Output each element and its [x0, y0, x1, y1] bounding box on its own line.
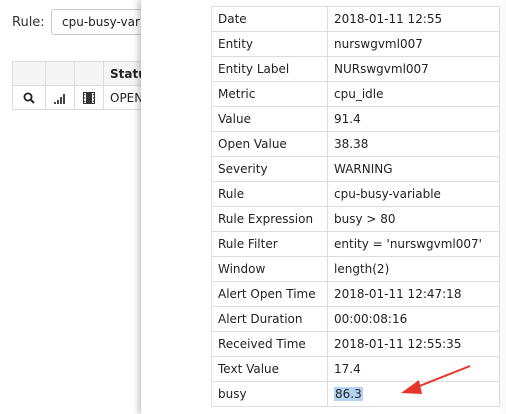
detail-row: Alert Duration 00:00:08:16 [211, 306, 500, 332]
signal-bars-icon[interactable] [54, 93, 66, 104]
detail-key: busy [211, 381, 328, 407]
search-icon[interactable] [23, 92, 35, 104]
detail-row: Severity WARNING [211, 156, 500, 182]
detail-value: busy > 80 [327, 206, 500, 232]
detail-key: Open Value [211, 131, 328, 157]
detail-row: Text Value 17.4 [211, 356, 500, 382]
detail-value: 17.4 [327, 356, 500, 382]
film-icon[interactable] [83, 92, 95, 104]
alerts-table: Statu OPEN [12, 61, 148, 110]
detail-value: 2018-01-11 12:55 [327, 6, 500, 32]
detail-key: Alert Open Time [211, 281, 328, 307]
detail-value: cpu_idle [327, 81, 500, 107]
panel-scrollbar[interactable] [500, 0, 506, 414]
alert-details-table: Date 2018-01-11 12:55 Entity nurswgvml007 En… [211, 6, 500, 407]
detail-value-cell: 86.3 [327, 381, 500, 407]
detail-row: Entity nurswgvml007 [211, 31, 500, 57]
detail-key: Alert Duration [211, 306, 328, 332]
details-action-cell[interactable] [74, 85, 104, 110]
detail-key: Entity Label [211, 56, 328, 82]
detail-value: nurswgvml007 [327, 31, 500, 57]
header-cell-empty-1 [12, 61, 46, 86]
detail-value: NURswgvml007 [327, 56, 500, 82]
detail-row: Value 91.4 [211, 106, 500, 132]
header-cell-empty-3 [74, 61, 104, 86]
detail-key: Metric [211, 81, 328, 107]
search-action-cell[interactable] [12, 85, 46, 110]
detail-row: Date 2018-01-11 12:55 [211, 6, 500, 32]
detail-key: Severity [211, 156, 328, 182]
detail-value: 38.38 [327, 131, 500, 157]
detail-value: 00:00:08:16 [327, 306, 500, 332]
detail-key: Rule Expression [211, 206, 328, 232]
detail-row: Open Value 38.38 [211, 131, 500, 157]
detail-value: entity = 'nurswgvml007' [327, 231, 500, 257]
detail-value: 2018-01-11 12:47:18 [327, 281, 500, 307]
detail-row: Window length(2) [211, 256, 500, 282]
detail-value: cpu-busy-variable [327, 181, 500, 207]
detail-value: WARNING [327, 156, 500, 182]
alerts-table-header-row: Statu [12, 61, 148, 86]
detail-row: Rule Filter entity = 'nurswgvml007' [211, 231, 500, 257]
detail-value: 2018-01-11 12:55:35 [327, 331, 500, 357]
detail-key: Text Value [211, 356, 328, 382]
detail-value: length(2) [327, 256, 500, 282]
rule-label: Rule: [12, 15, 45, 30]
detail-row: Alert Open Time 2018-01-11 12:47:18 [211, 281, 500, 307]
detail-key: Rule [211, 181, 328, 207]
detail-key: Value [211, 106, 328, 132]
detail-row: Entity Label NURswgvml007 [211, 56, 500, 82]
detail-value: 91.4 [327, 106, 500, 132]
detail-row: Received Time 2018-01-11 12:55:35 [211, 331, 500, 357]
table-row: OPEN [12, 85, 148, 110]
detail-key: Date [211, 6, 328, 32]
selected-value-highlight[interactable]: 86.3 [334, 387, 363, 401]
detail-key: Window [211, 256, 328, 282]
detail-key: Entity [211, 31, 328, 57]
header-cell-empty-2 [45, 61, 75, 86]
chart-action-cell[interactable] [45, 85, 75, 110]
detail-row: Rule Expression busy > 80 [211, 206, 500, 232]
alert-details-panel: Date 2018-01-11 12:55 Entity nurswgvml007 En… [141, 0, 506, 414]
detail-row: Rule cpu-busy-variable [211, 181, 500, 207]
detail-key: Rule Filter [211, 231, 328, 257]
detail-row: busy 86.3 [211, 381, 500, 407]
detail-row: Metric cpu_idle [211, 81, 500, 107]
detail-key: Received Time [211, 331, 328, 357]
